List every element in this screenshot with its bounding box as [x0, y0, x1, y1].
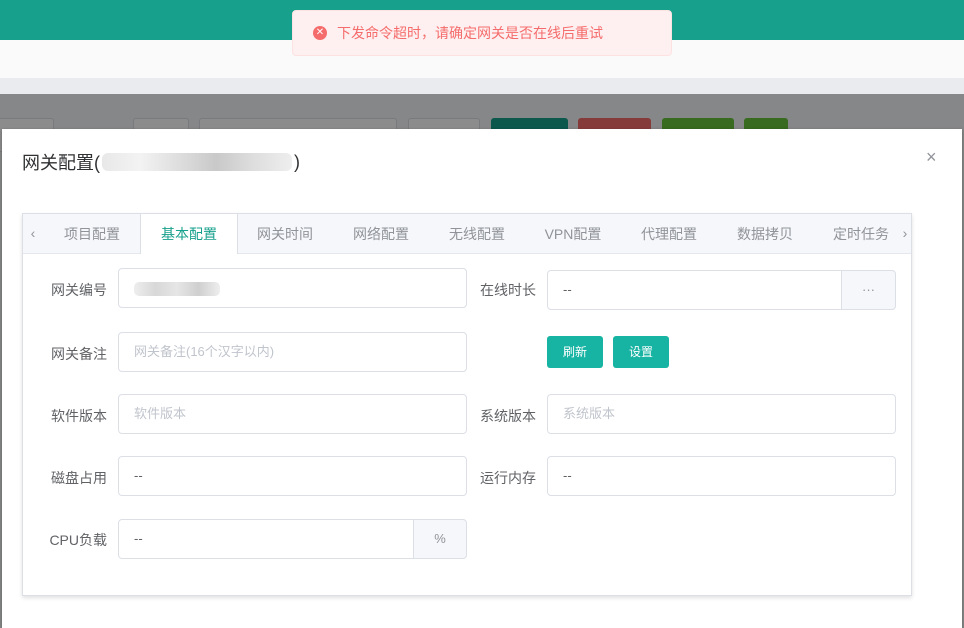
- system-version-label: 系统版本: [480, 408, 536, 424]
- tab-basic-config[interactable]: 基本配置: [140, 214, 238, 254]
- disk-usage-field[interactable]: --: [118, 456, 467, 496]
- tab-proxy-config[interactable]: 代理配置: [621, 214, 717, 253]
- dialog-title-suffix: ): [294, 151, 300, 172]
- tab-project-config[interactable]: 项目配置: [43, 214, 141, 253]
- online-duration-field[interactable]: --: [547, 270, 842, 310]
- redacted-gateway-id: [134, 281, 220, 296]
- tab-prev-icon[interactable]: ‹: [23, 214, 43, 253]
- tab-gateway-time[interactable]: 网关时间: [237, 214, 333, 253]
- more-icon[interactable]: ···: [841, 270, 896, 310]
- dialog-title-prefix: 网关配置(: [22, 153, 100, 173]
- tab-bar: ‹ 项目配置 基本配置 网关时间 网络配置 无线配置 VPN配置 代理配置 数据…: [23, 214, 911, 254]
- gateway-remark-input[interactable]: 网关备注(16个汉字以内): [118, 332, 467, 372]
- redacted-gateway-name: [102, 153, 292, 171]
- app-tabs-strip: [0, 78, 964, 94]
- online-duration-label: 在线时长: [480, 282, 536, 298]
- gateway-id-field[interactable]: [118, 268, 467, 308]
- tab-wireless-config[interactable]: 无线配置: [429, 214, 525, 253]
- tab-data-copy[interactable]: 数据拷贝: [717, 214, 813, 253]
- software-version-label: 软件版本: [51, 408, 107, 424]
- gateway-remark-label: 网关备注: [51, 346, 107, 362]
- error-toast: ✕ 下发命令超时，请确定网关是否在线后重试: [292, 10, 672, 56]
- toast-message: 下发命令超时，请确定网关是否在线后重试: [337, 25, 603, 41]
- refresh-button[interactable]: 刷新: [547, 336, 603, 368]
- error-circle-icon: ✕: [313, 26, 327, 40]
- close-icon[interactable]: ×: [926, 147, 937, 168]
- dialog-title: 网关配置( ): [22, 149, 300, 175]
- cpu-load-label: CPU负载: [49, 532, 107, 548]
- settings-button[interactable]: 设置: [613, 336, 669, 368]
- cpu-unit-suffix: %: [413, 519, 467, 559]
- cpu-load-field[interactable]: --: [118, 519, 414, 559]
- disk-usage-label: 磁盘占用: [51, 470, 107, 486]
- tab-network-config[interactable]: 网络配置: [333, 214, 429, 253]
- gateway-config-dialog: 网关配置( ) × ‹ 项目配置 基本配置 网关时间 网络配置 无线配置 VPN…: [2, 129, 962, 628]
- tab-vpn-config[interactable]: VPN配置: [525, 214, 621, 253]
- memory-label: 运行内存: [480, 470, 536, 486]
- memory-field[interactable]: --: [547, 456, 896, 496]
- system-version-field[interactable]: 系统版本: [547, 394, 896, 434]
- software-version-field[interactable]: 软件版本: [118, 394, 467, 434]
- config-tabs-card: ‹ 项目配置 基本配置 网关时间 网络配置 无线配置 VPN配置 代理配置 数据…: [22, 213, 912, 596]
- gateway-id-label: 网关编号: [51, 282, 107, 298]
- tab-next-icon[interactable]: ›: [895, 214, 915, 253]
